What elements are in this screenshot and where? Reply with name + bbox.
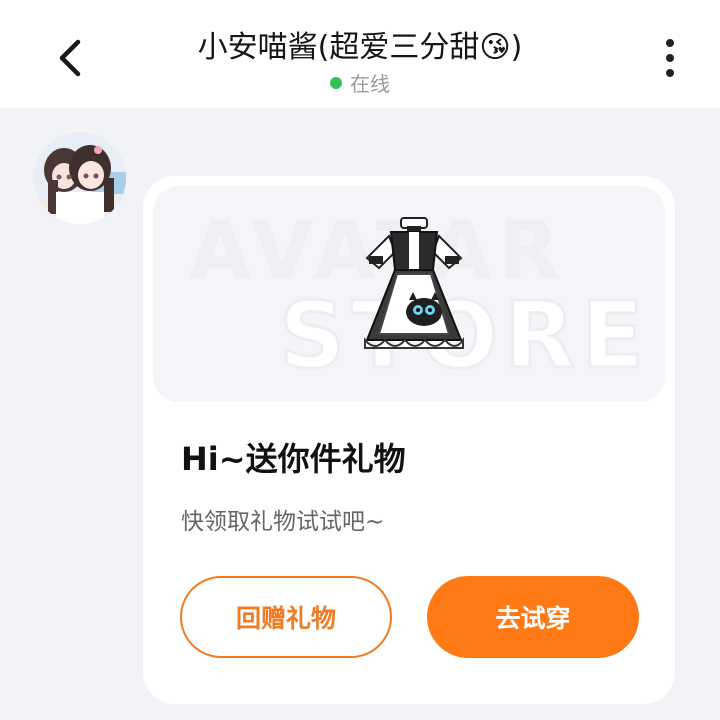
chat-header: 小安喵酱(超爱三分甜😘) 在线 — [0, 0, 720, 108]
maid-dress-image — [364, 217, 464, 349]
gift-message-card[interactable]: AVATAR STORE — [143, 176, 675, 704]
gift-title: Hi~送你件礼物 — [181, 440, 406, 478]
chat-title: 小安喵酱(超爱三分甜😘) — [197, 30, 523, 65]
online-status: 在线 — [0, 68, 720, 97]
gift-banner: AVATAR STORE — [153, 186, 665, 402]
avatar-image — [34, 132, 126, 224]
status-label: 在线 — [350, 72, 390, 96]
return-gift-button[interactable]: 回赠礼物 — [180, 576, 392, 658]
online-dot-icon — [330, 76, 342, 89]
gift-subtitle: 快领取礼物试试吧~ — [181, 509, 385, 535]
try-on-button[interactable]: 去试穿 — [427, 576, 639, 658]
more-vertical-icon — [666, 39, 674, 47]
sender-avatar[interactable] — [34, 132, 126, 224]
more-options-button[interactable] — [648, 34, 692, 82]
